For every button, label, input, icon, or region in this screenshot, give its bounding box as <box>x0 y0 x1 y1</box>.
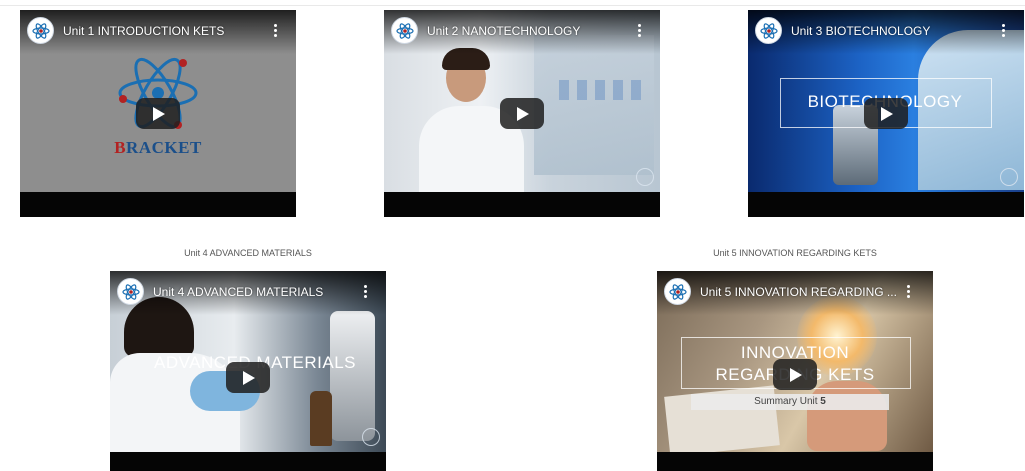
player-bottom-bar <box>748 192 1024 217</box>
overlay-subtitle-number: 5 <box>820 396 826 407</box>
more-vertical-icon[interactable] <box>907 285 911 299</box>
more-vertical-icon[interactable] <box>274 24 278 38</box>
play-button[interactable] <box>136 98 180 129</box>
microscope <box>330 311 375 441</box>
more-vertical-icon[interactable] <box>638 24 642 38</box>
lab-bottles <box>559 80 649 100</box>
channel-watermark-icon[interactable] <box>636 168 654 186</box>
video-caption-unit-5: Unit 5 INNOVATION REGARDING KETS <box>713 248 877 258</box>
video-player-unit-5[interactable]: INNOVATION REGARDING KETS Summary Unit 5… <box>657 271 933 471</box>
video-title-bar: Unit 3 BIOTECHNOLOGY <box>748 10 1024 54</box>
play-button[interactable] <box>226 362 270 393</box>
video-title[interactable]: Unit 5 INNOVATION REGARDING ... <box>700 285 897 299</box>
overlay-subtitle-prefix: Summary Unit <box>754 396 821 407</box>
video-title[interactable]: Unit 1 INTRODUCTION KETS <box>63 24 224 38</box>
player-bottom-bar <box>657 452 933 471</box>
wordmark-rest: RACKET <box>126 138 202 157</box>
play-button[interactable] <box>864 98 908 129</box>
channel-watermark-icon[interactable] <box>362 428 380 446</box>
play-button[interactable] <box>500 98 544 129</box>
thumbnail-wordmark: BRACKET <box>20 138 296 158</box>
video-title-bar: Unit 5 INNOVATION REGARDING ... <box>657 271 933 315</box>
more-vertical-icon[interactable] <box>364 285 368 299</box>
video-title-bar: Unit 1 INTRODUCTION KETS <box>20 10 296 54</box>
channel-logo-icon[interactable] <box>391 17 418 44</box>
channel-logo-icon[interactable] <box>27 17 54 44</box>
video-player-unit-3[interactable]: BIOTECHNOLOGY Unit 3 BIOTECHNOLOGY <box>748 10 1024 217</box>
hand <box>807 381 887 451</box>
channel-watermark-icon[interactable] <box>1000 168 1018 186</box>
more-vertical-icon[interactable] <box>1002 24 1006 38</box>
play-button[interactable] <box>773 359 817 390</box>
bottle <box>310 391 332 446</box>
video-player-unit-2[interactable]: Unit 2 NANOTECHNOLOGY <box>384 10 660 217</box>
video-title-bar: Unit 4 ADVANCED MATERIALS <box>110 271 386 315</box>
top-divider <box>0 5 1025 6</box>
player-bottom-bar <box>110 452 386 471</box>
video-caption-unit-4: Unit 4 ADVANCED MATERIALS <box>184 248 312 258</box>
channel-logo-icon[interactable] <box>755 17 782 44</box>
video-title-bar: Unit 2 NANOTECHNOLOGY <box>384 10 660 54</box>
player-bottom-bar <box>384 192 660 217</box>
lab-shelf <box>534 35 654 175</box>
overlay-subtitle: Summary Unit 5 <box>691 394 889 410</box>
video-title[interactable]: Unit 2 NANOTECHNOLOGY <box>427 24 580 38</box>
video-title[interactable]: Unit 4 ADVANCED MATERIALS <box>153 285 323 299</box>
player-bottom-bar <box>20 192 296 217</box>
video-player-unit-1[interactable]: BRACKET Unit 1 INTRODUCTION KETS <box>20 10 296 217</box>
wordmark-initial: B <box>114 138 127 157</box>
channel-logo-icon[interactable] <box>664 278 691 305</box>
video-title[interactable]: Unit 3 BIOTECHNOLOGY <box>791 24 930 38</box>
channel-logo-icon[interactable] <box>117 278 144 305</box>
video-player-unit-4[interactable]: ADVANCED MATERIALS Unit 4 ADVANCED MATER… <box>110 271 386 471</box>
